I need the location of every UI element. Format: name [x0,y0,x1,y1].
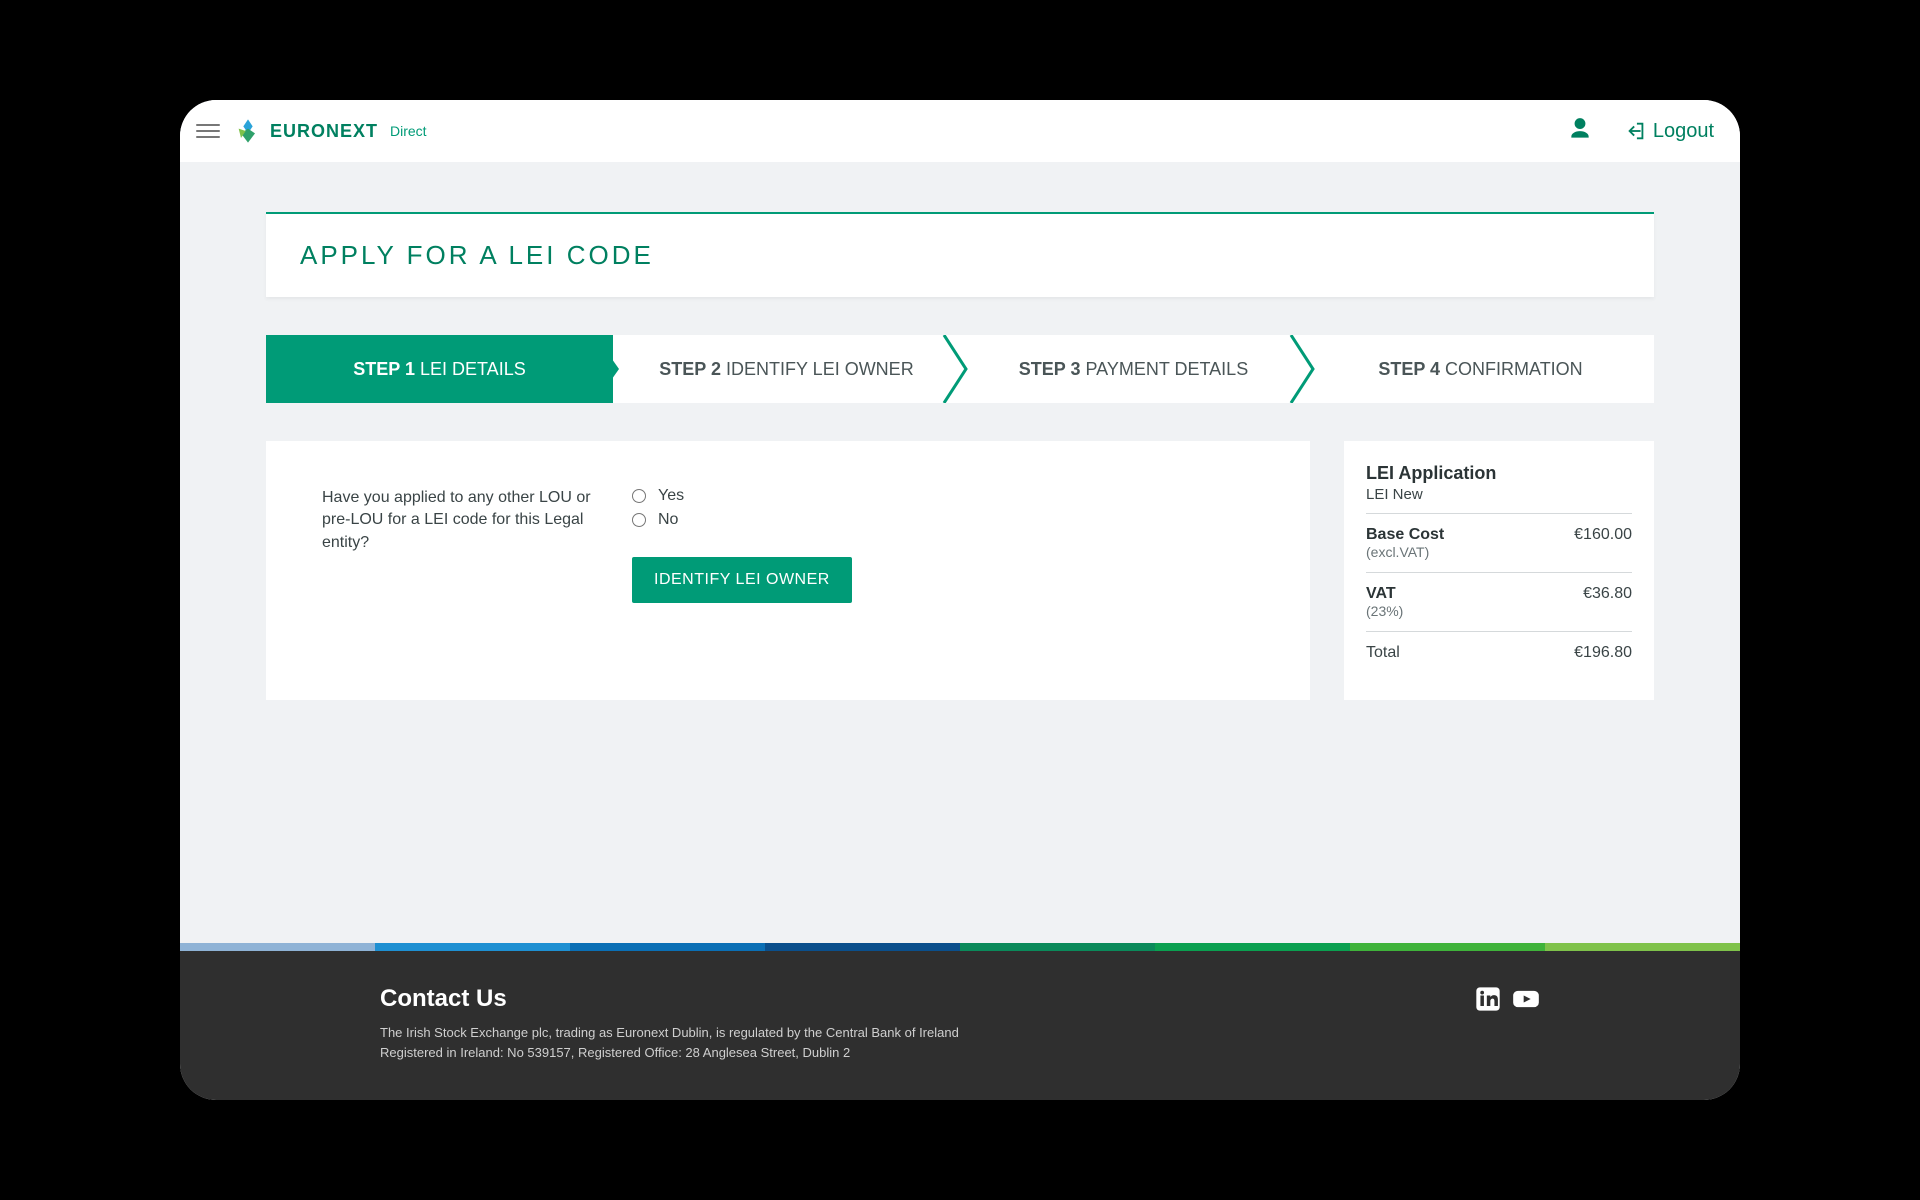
step-2[interactable]: STEP 2 IDENTIFY LEI OWNER [613,335,960,403]
footer-color-strip [180,943,1740,951]
main-row: Have you applied to any other LOU or pre… [266,441,1654,700]
step-1[interactable]: STEP 1 LEI DETAILS [266,335,613,403]
footer-line2: Registered in Ireland: No 539157, Regist… [380,1043,959,1063]
linkedin-icon[interactable] [1474,985,1502,1013]
footer-contact-title: Contact Us [380,985,959,1013]
summary-row-vat: VAT (23%) €36.80 [1366,573,1632,632]
summary-row-total: Total €196.80 [1366,632,1632,674]
identify-lei-owner-button[interactable]: IDENTIFY LEI OWNER [632,557,852,603]
logo-icon [234,117,262,145]
question-label: Have you applied to any other LOU or pre… [322,487,602,603]
topbar: EURONEXT Direct Logout [180,100,1740,162]
step-3[interactable]: STEP 3 PAYMENT DETAILS [960,335,1307,403]
logout-button[interactable]: Logout [1625,120,1714,143]
step-4[interactable]: STEP 4 CONFIRMATION [1307,335,1654,403]
summary-row-base: Base Cost (excl.VAT) €160.00 [1366,514,1632,573]
radio-no[interactable]: No [632,511,852,529]
logout-label: Logout [1653,120,1714,143]
menu-icon[interactable] [196,119,220,143]
youtube-icon[interactable] [1512,985,1540,1013]
radio-yes-label: Yes [658,487,684,505]
brand-name: EURONEXT [270,121,378,142]
brand-sub: Direct [390,123,427,139]
user-icon[interactable] [1567,116,1593,147]
logout-icon [1625,120,1647,142]
footer-contact: Contact Us The Irish Stock Exchange plc,… [380,985,959,1062]
form-card: Have you applied to any other LOU or pre… [266,441,1310,700]
summary-subtitle: LEI New [1366,486,1632,514]
radio-no-label: No [658,511,678,529]
brand-logo[interactable]: EURONEXT Direct [234,117,427,145]
footer: Contact Us The Irish Stock Exchange plc,… [180,943,1740,1100]
summary-card: LEI Application LEI New Base Cost (excl.… [1344,441,1654,700]
footer-line1: The Irish Stock Exchange plc, trading as… [380,1023,959,1043]
app-window: EURONEXT Direct Logout APPLY FOR A LEI C… [180,100,1740,1100]
page-title-bar: APPLY FOR A LEI CODE [266,212,1654,297]
radio-yes[interactable]: Yes [632,487,852,505]
radio-no-input[interactable] [632,513,646,527]
stepper: STEP 1 LEI DETAILS STEP 2 IDENTIFY LEI O… [266,335,1654,403]
radio-group: Yes No IDENTIFY LEI OWNER [632,487,852,603]
page-title: APPLY FOR A LEI CODE [300,240,1620,271]
summary-title: LEI Application [1366,463,1632,484]
radio-yes-input[interactable] [632,489,646,503]
content-area: APPLY FOR A LEI CODE STEP 1 LEI DETAILS … [180,162,1740,943]
footer-socials [1474,985,1540,1062]
